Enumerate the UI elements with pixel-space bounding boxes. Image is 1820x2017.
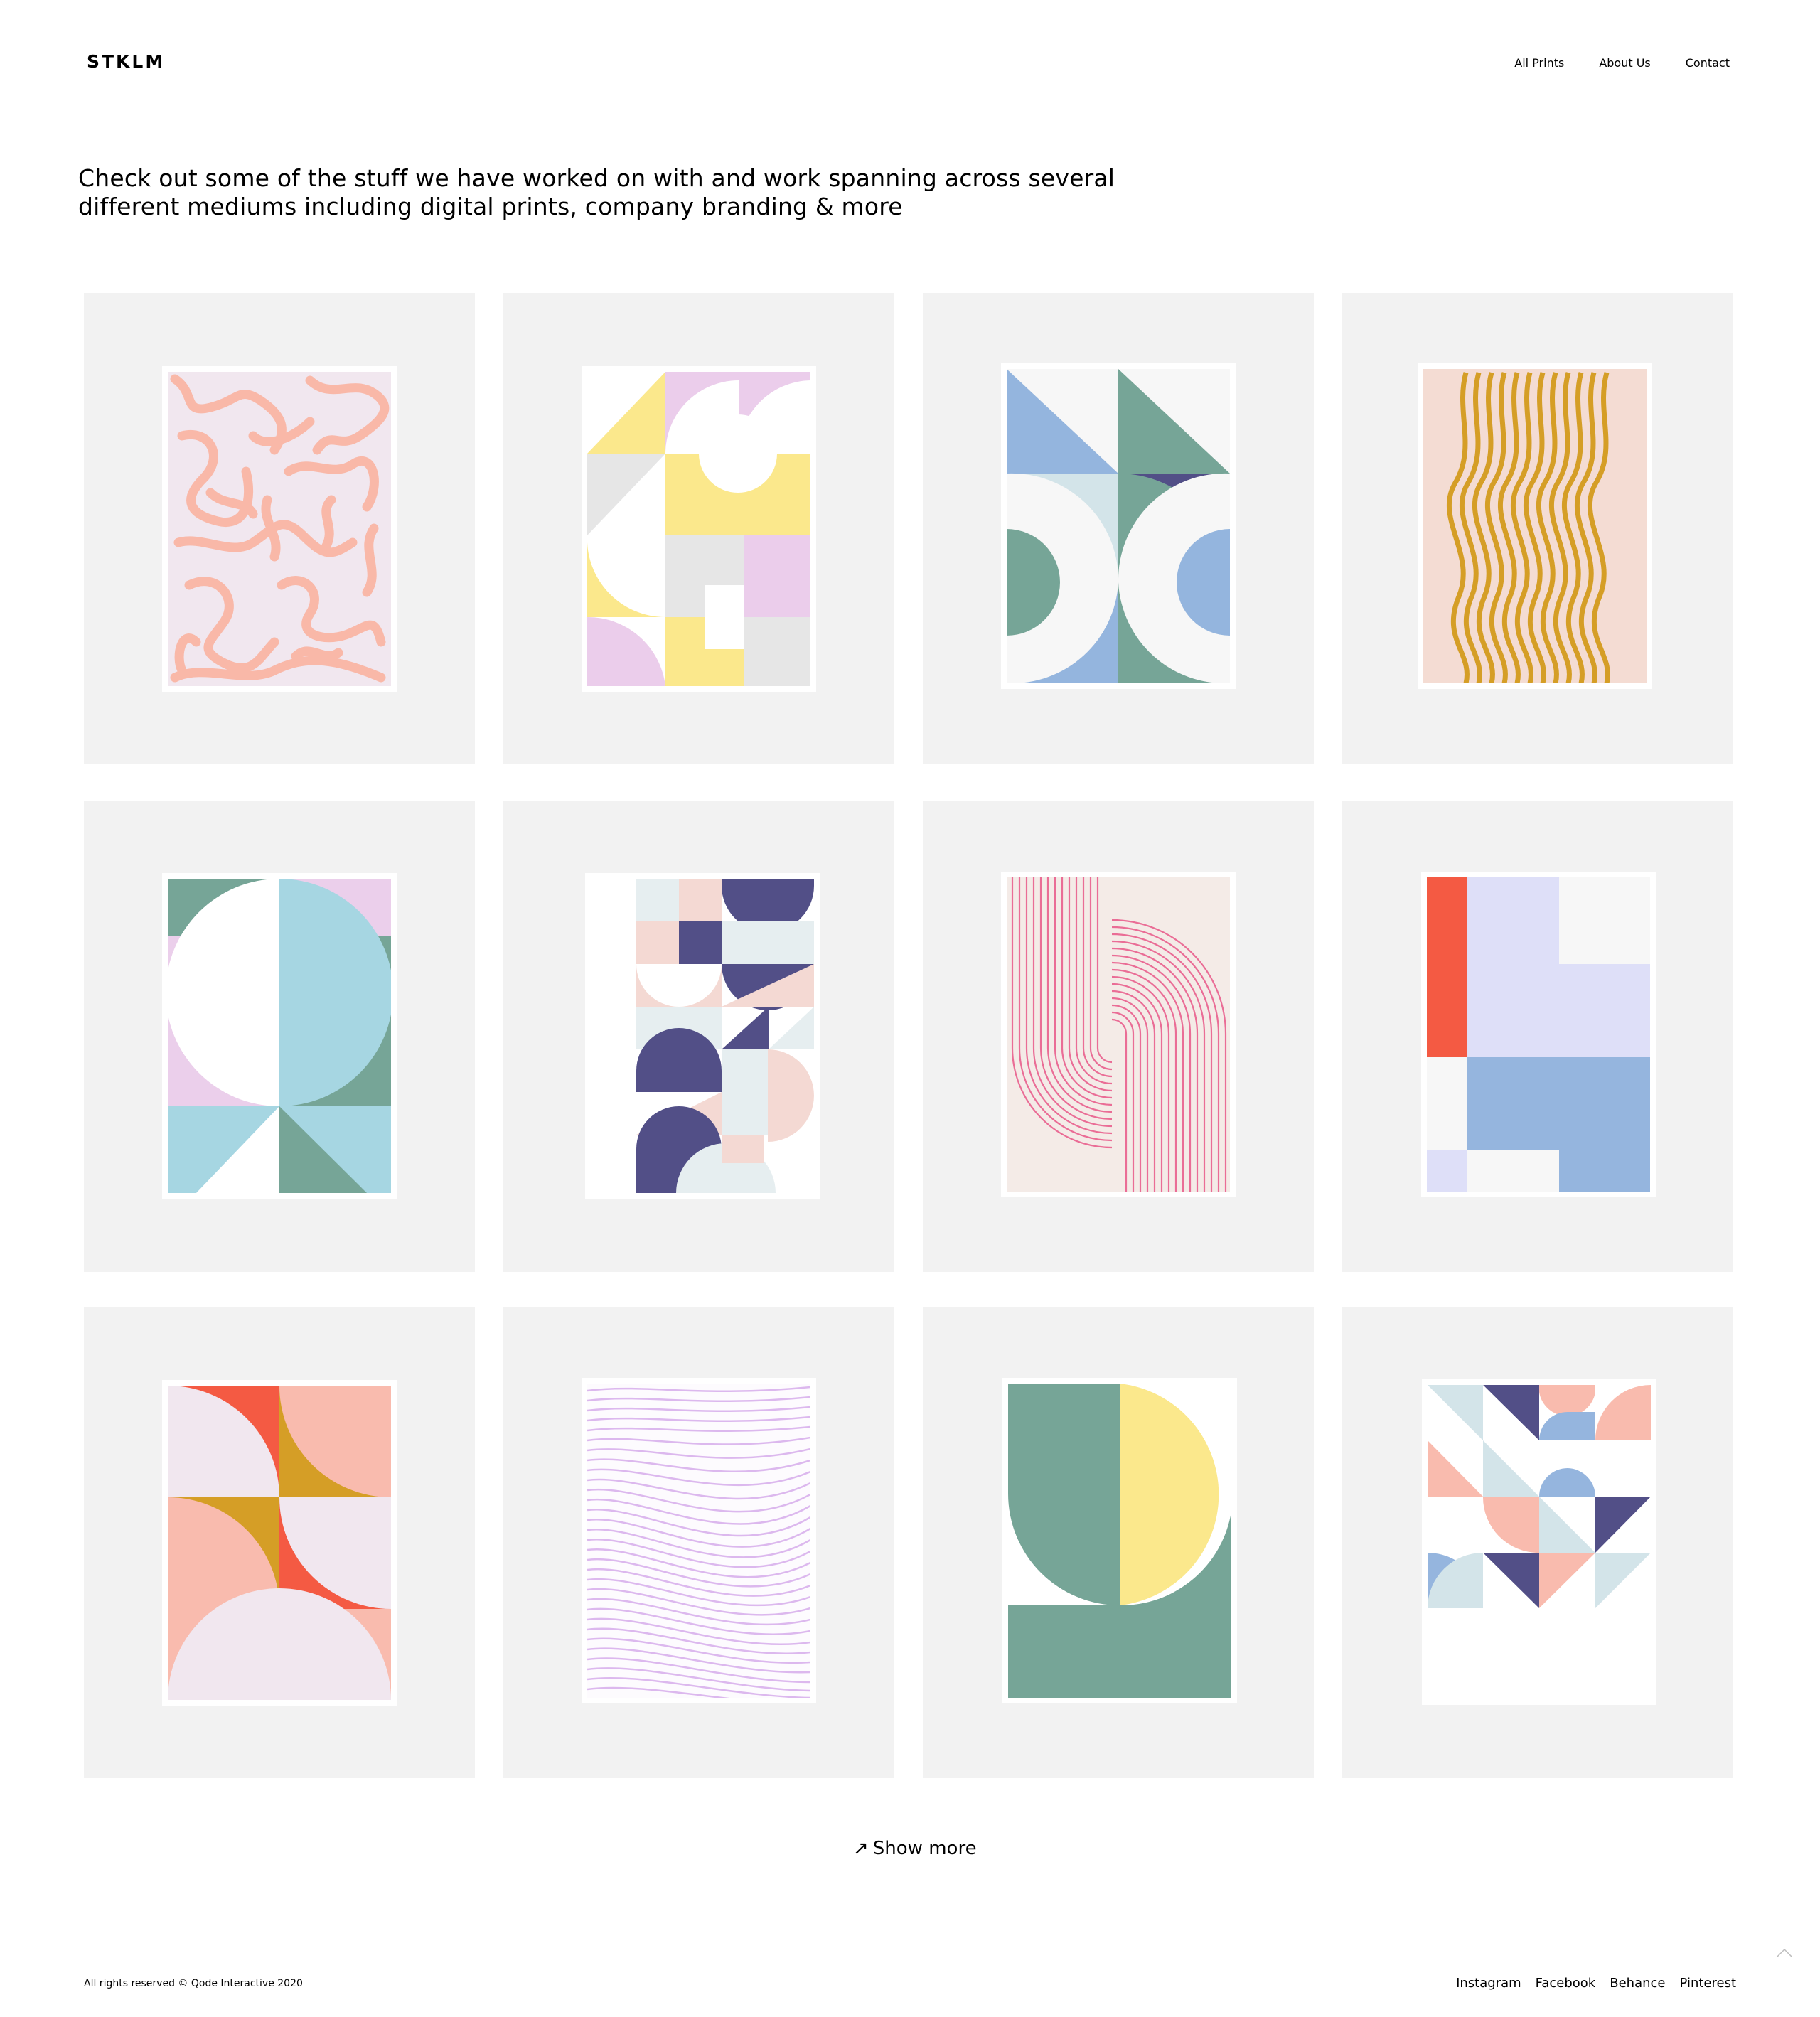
print-image — [582, 1378, 816, 1703]
portfolio-item-yellow-lilac[interactable] — [503, 293, 894, 764]
main-nav: All Prints About Us Contact — [1514, 56, 1730, 73]
social-link-pinterest[interactable]: Pinterest — [1679, 1976, 1736, 1991]
social-link-behance[interactable]: Behance — [1610, 1976, 1665, 1991]
portfolio-item-navy-grid[interactable] — [503, 801, 894, 1272]
social-links: Instagram Facebook Behance Pinterest — [1456, 1976, 1736, 1991]
print-image — [1002, 1378, 1237, 1703]
print-image — [1001, 363, 1236, 689]
portfolio-item-coral-quarters[interactable] — [84, 1307, 475, 1778]
copyright-text: All rights reserved © Qode Interactive 2… — [84, 1978, 303, 1989]
print-image — [585, 873, 820, 1199]
portfolio-item-green-aqua-circle[interactable] — [84, 801, 475, 1272]
show-more-label: Show more — [872, 1838, 977, 1859]
intro-text: Check out some of the stuff we have work… — [78, 164, 1116, 221]
intro-line-2: different mediums including digital prin… — [78, 193, 903, 220]
portfolio-item-pastel-triangles[interactable] — [1342, 1307, 1733, 1778]
portfolio-item-blue-green[interactable] — [923, 293, 1314, 764]
print-image — [1422, 1379, 1656, 1705]
portfolio-item-lavender-waves[interactable] — [503, 1307, 894, 1778]
print-image — [162, 366, 397, 692]
portfolio-item-pink-arches[interactable] — [923, 801, 1314, 1272]
social-link-instagram[interactable]: Instagram — [1456, 1976, 1521, 1991]
chevron-up-icon — [1777, 1948, 1792, 1957]
print-image — [162, 1380, 397, 1706]
print-image — [582, 366, 816, 692]
print-image — [162, 873, 397, 1199]
nav-about-us[interactable]: About Us — [1599, 56, 1650, 73]
show-more-button[interactable]: ↗ Show more — [853, 1838, 977, 1859]
nav-all-prints[interactable]: All Prints — [1514, 56, 1565, 73]
portfolio-item-green-yellow[interactable] — [923, 1307, 1314, 1778]
portfolio-item-mustard-waves[interactable] — [1342, 293, 1733, 764]
portfolio-item-red-lavender[interactable] — [1342, 801, 1733, 1272]
print-image — [1001, 872, 1236, 1197]
arrow-up-right-icon: ↗ — [853, 1838, 869, 1859]
nav-contact[interactable]: Contact — [1686, 56, 1730, 73]
site-header: STKLM All Prints About Us Contact — [0, 0, 1820, 128]
social-link-facebook[interactable]: Facebook — [1536, 1976, 1596, 1991]
print-image — [1418, 363, 1652, 689]
site-logo[interactable]: STKLM — [87, 51, 165, 72]
intro-line-1: Check out some of the stuff we have work… — [78, 164, 1115, 192]
back-to-top-button[interactable] — [1776, 1945, 1793, 1962]
print-image — [1421, 872, 1656, 1197]
portfolio-item-pink-maze[interactable] — [84, 293, 475, 764]
